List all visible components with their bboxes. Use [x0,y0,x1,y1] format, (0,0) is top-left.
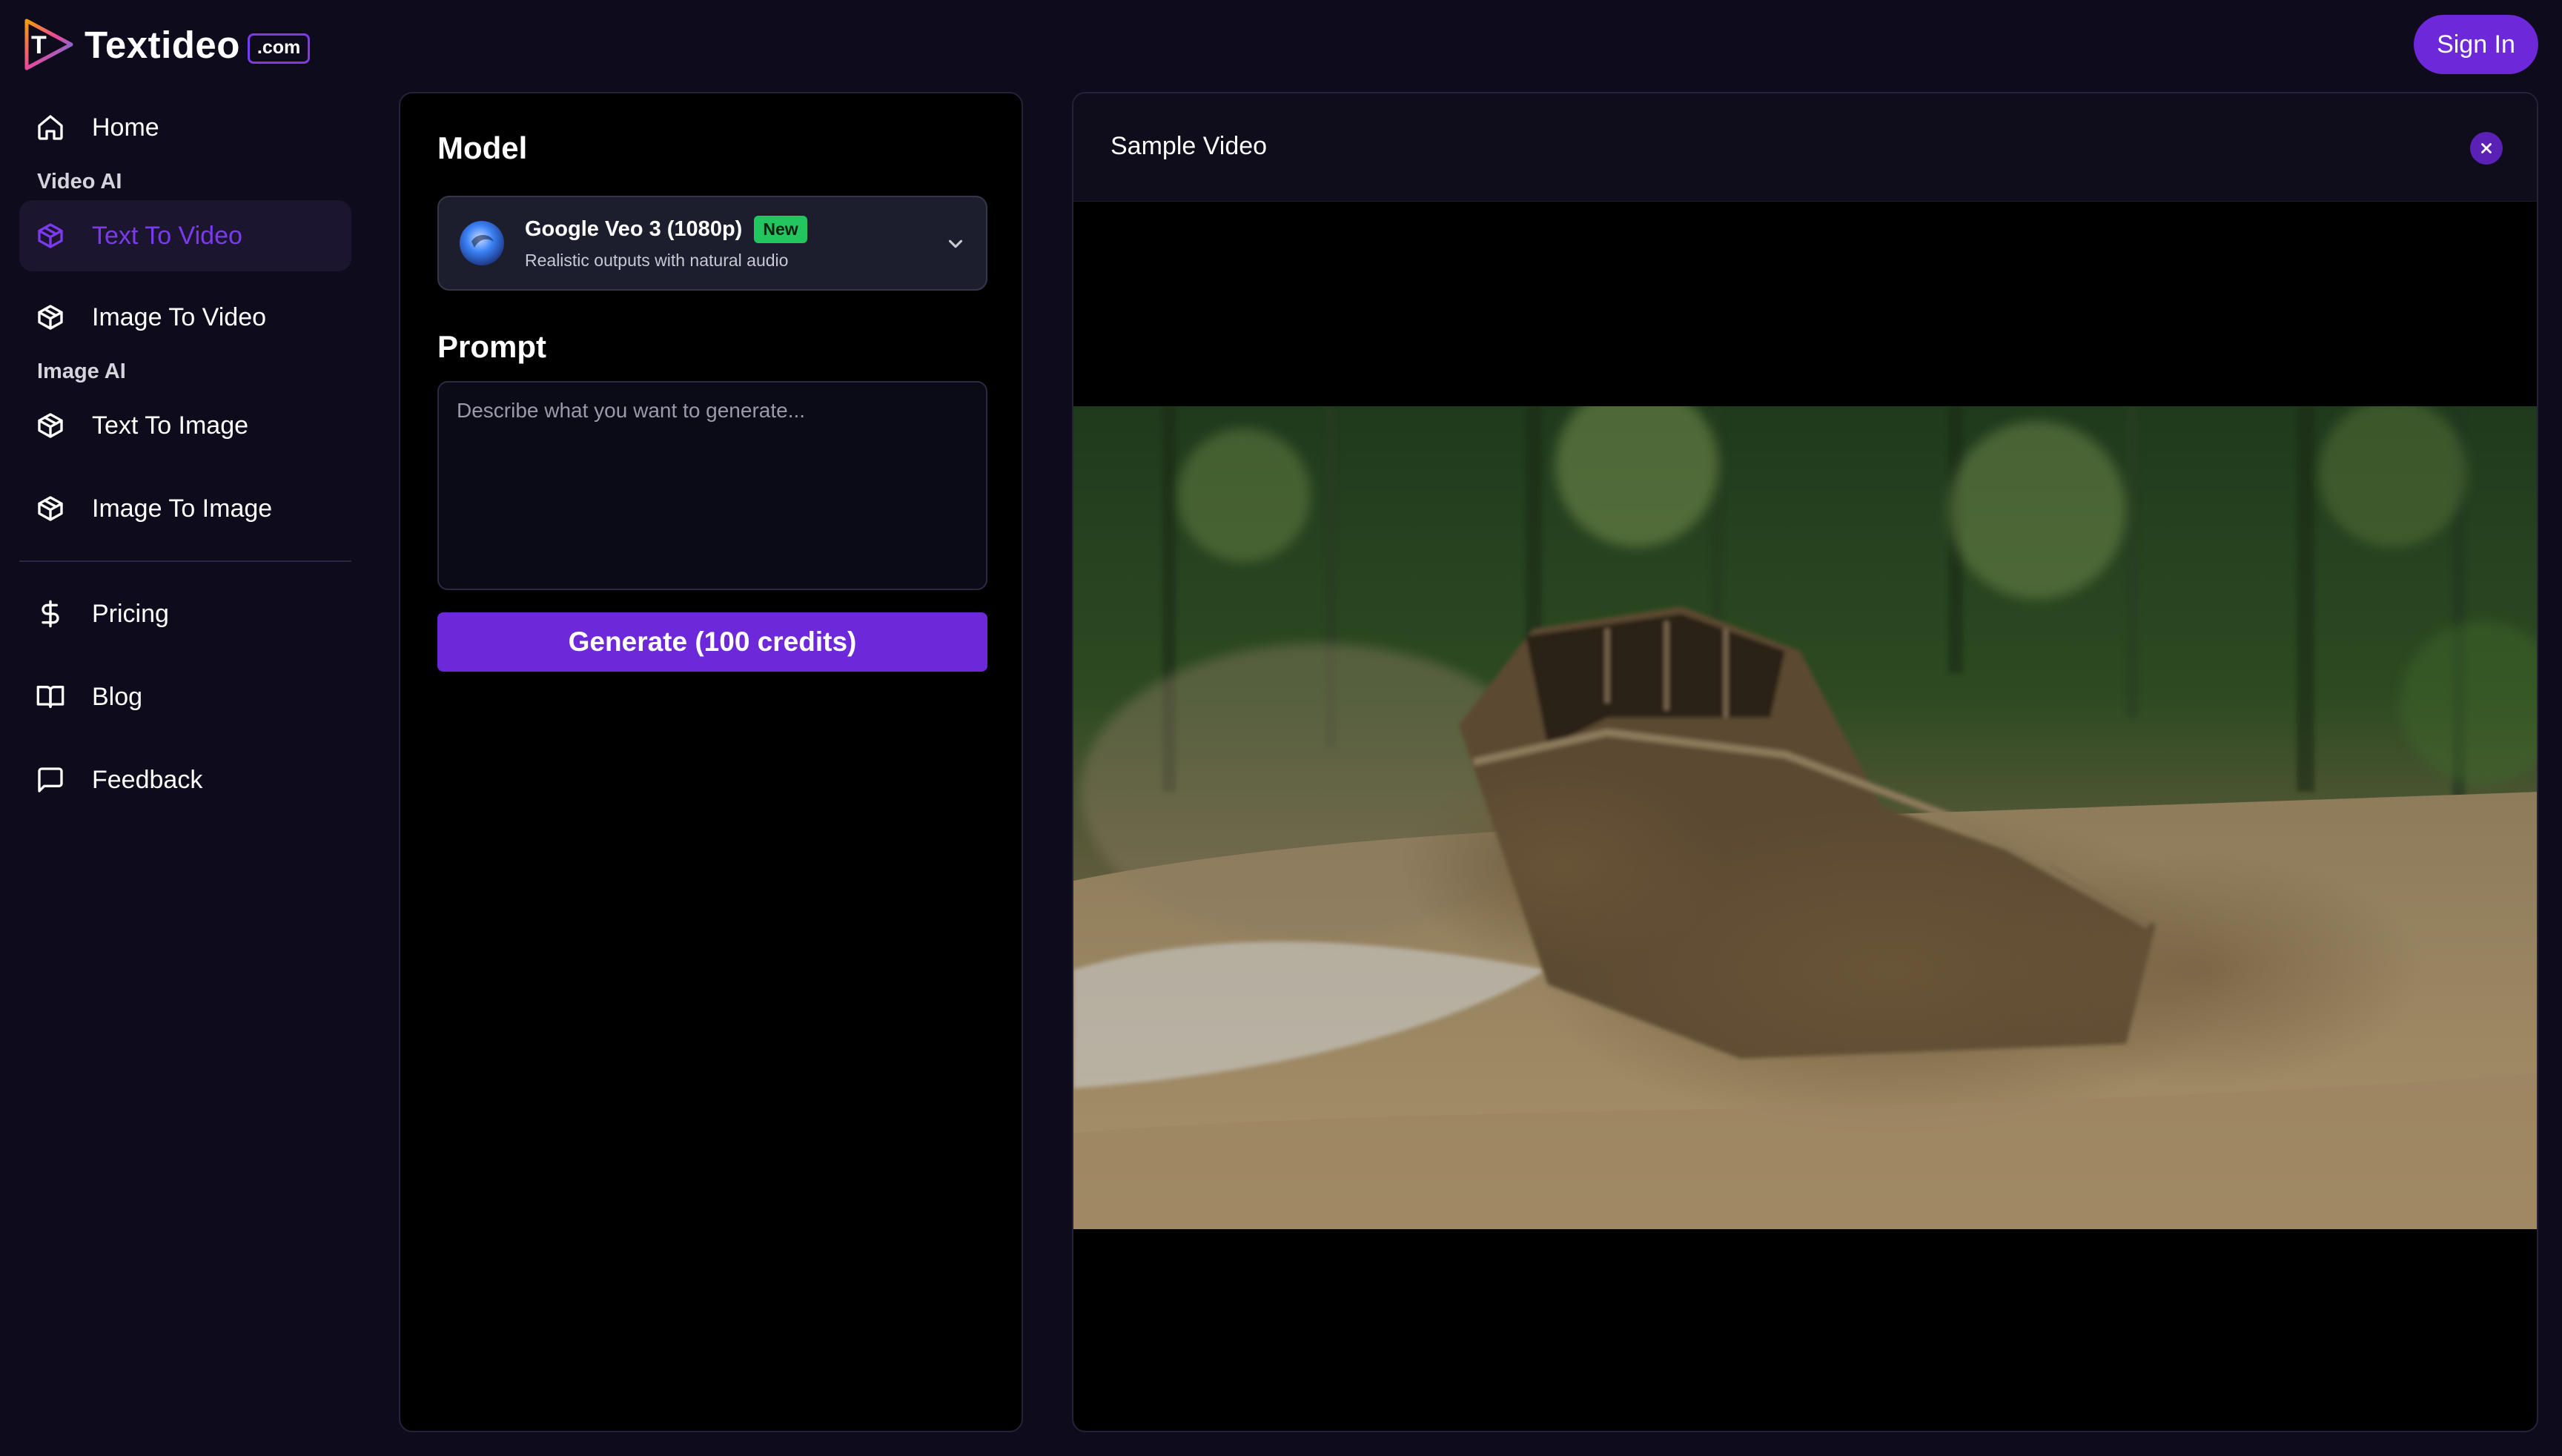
prompt-label: Prompt [437,329,546,364]
logo-icon: T [24,19,73,70]
sidebar-item-label: Blog [92,682,143,711]
close-button[interactable] [2470,132,2503,165]
close-icon [2481,143,2492,153]
sidebar-item-label: Text To Image [92,411,249,440]
model-label: Model [437,130,528,165]
message-square-icon [36,765,65,795]
google-veo-icon [460,221,504,265]
sidebar-item-image-to-image[interactable]: Image To Image [19,473,351,544]
sample-video-panel: Sample Video [1072,92,2538,1432]
section-label-image-ai: Image AI [37,360,126,383]
sidebar-item-text-to-video[interactable]: Text To Video [19,200,351,271]
sidebar-item-text-to-image[interactable]: Text To Image [19,390,351,461]
package-icon [36,494,65,523]
prompt-input[interactable] [437,381,987,590]
package-icon [36,221,65,251]
book-icon [36,682,65,712]
sidebar-item-label: Text To Video [92,221,242,250]
sidebar-item-label: Feedback [92,765,203,794]
home-icon [36,113,65,142]
brand-name: Textideo [85,23,240,66]
chevron-down-icon [948,239,963,248]
sidebar-item-blog[interactable]: Blog [19,661,351,732]
model-select[interactable]: Google Veo 3 (1080p) New Realistic outpu… [437,196,987,291]
sidebar-divider [19,560,351,562]
sidebar-item-label: Pricing [92,599,169,628]
brand-logo[interactable]: T Textideo .com [21,16,311,73]
model-description: Realistic outputs with natural audio [525,251,789,270]
sidebar-item-label: Image To Image [92,494,273,523]
package-icon [36,411,65,440]
sidebar-item-image-to-video[interactable]: Image To Video [19,282,351,353]
sidebar: Home Video AI Text To Video Image To Vid… [19,92,351,815]
brand-badge: .com [247,33,311,64]
sidebar-item-home[interactable]: Home [19,92,351,163]
package-icon [36,302,65,332]
sign-in-button[interactable]: Sign In [2414,15,2538,74]
sidebar-item-pricing[interactable]: Pricing [19,578,351,649]
sample-video-player[interactable] [1073,406,2537,1229]
sidebar-item-label: Home [92,113,159,142]
model-name: Google Veo 3 (1080p) [525,217,743,241]
generation-form-panel: Model Google Veo 3 (1080p) New Realistic… [399,92,1023,1432]
new-badge: New [754,216,807,243]
sidebar-item-feedback[interactable]: Feedback [19,744,351,815]
section-label-video-ai: Video AI [37,170,122,193]
video-frame-image [1073,406,2537,1229]
generate-button[interactable]: Generate (100 credits) [437,612,987,672]
sample-video-header: Sample Video [1073,93,2537,202]
sample-video-title: Sample Video [1110,132,1268,160]
logo-letter: T [31,31,47,59]
dollar-icon [36,599,65,629]
sidebar-item-label: Image To Video [92,302,267,331]
